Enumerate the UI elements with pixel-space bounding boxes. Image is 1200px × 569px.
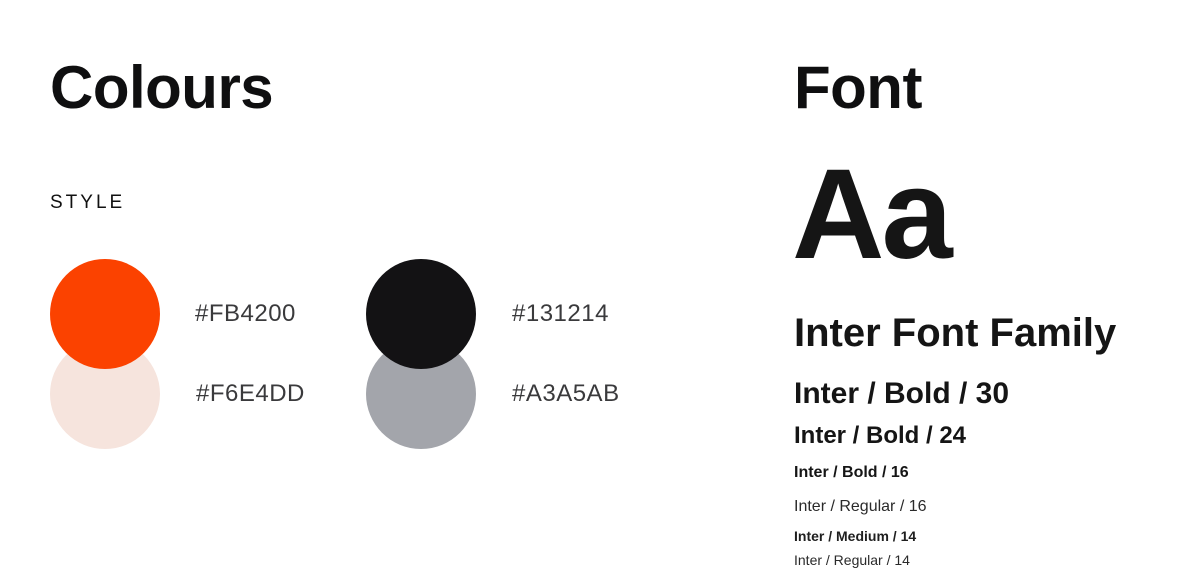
style-label: STYLE [50,192,126,213]
colour-hex-orange: #FB4200 [195,300,296,327]
type-sample-medium-14: Inter / Medium / 14 [794,528,917,544]
type-sample-bold-16: Inter / Bold / 16 [794,464,909,481]
type-sample-regular-16: Inter / Regular / 16 [794,498,927,515]
type-sample-bold-24: Inter / Bold / 24 [794,422,967,449]
colours-title: Colours [50,54,274,121]
font-title: Font [794,54,922,121]
type-sample-regular-14: Inter / Regular / 14 [794,552,910,568]
colour-hex-light-peach: #F6E4DD [196,380,305,407]
font-family-name: Inter Font Family [794,311,1117,355]
colour-swatch-orange [50,259,160,369]
type-sample-bold-30: Inter / Bold / 30 [794,377,1010,410]
font-specimen: Aa [792,143,953,286]
colour-swatch-near-black [366,259,476,369]
colour-hex-near-black: #131214 [512,300,609,327]
colour-hex-grey: #A3A5AB [512,380,620,407]
